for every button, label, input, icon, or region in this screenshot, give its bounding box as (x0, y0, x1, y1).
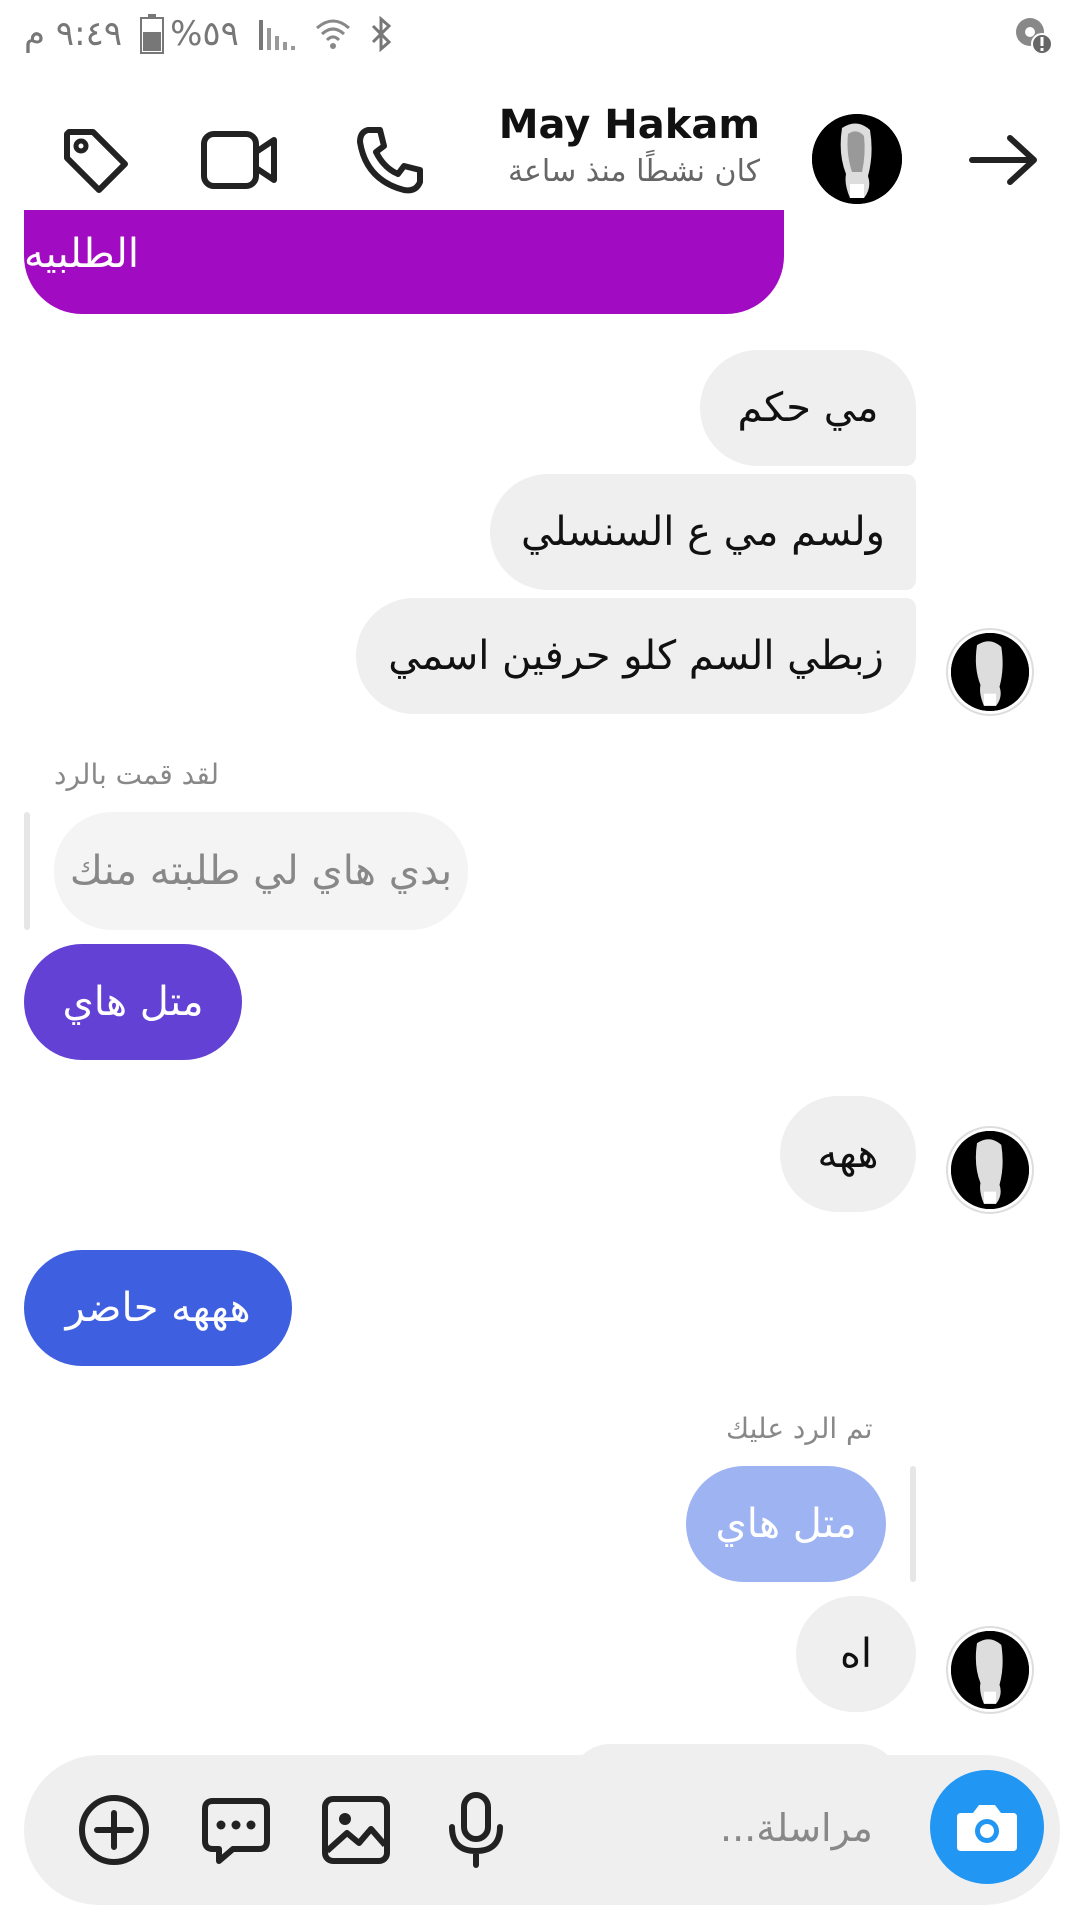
message-text: اه (839, 1631, 873, 1677)
bluetooth-icon (371, 16, 392, 52)
contact-avatar[interactable] (812, 114, 902, 204)
message-text: ولسم مي ع السنسلي (521, 509, 885, 555)
gallery-icon[interactable] (316, 1790, 396, 1870)
sender-avatar[interactable] (946, 1626, 1034, 1714)
message-text: ههه (817, 1131, 879, 1177)
message-bubble-incoming[interactable]: زبطي السم كلو حرفين اسمي (356, 598, 916, 714)
message-bubble-outgoing[interactable]: هههه حاضر (24, 1250, 292, 1366)
add-icon[interactable] (74, 1790, 154, 1870)
status-bar: ٩:٤٩ م %٥٩ (0, 0, 1080, 80)
message-bubble-incoming[interactable]: اه (796, 1596, 916, 1712)
back-arrow-icon[interactable] (964, 120, 1044, 200)
message-text: متل هاي (62, 979, 204, 1025)
status-left: ٩:٤٩ م %٥٩ (24, 14, 395, 54)
message-text: هههه حاضر (65, 1285, 251, 1331)
message-text: زبطي السم كلو حرفين اسمي (388, 633, 884, 679)
quoted-message[interactable]: متل هاي (686, 1466, 886, 1582)
replied-to-you-label: تم الرد عليك (726, 1412, 873, 1445)
alert-location-icon (1012, 14, 1056, 62)
battery-icon (140, 14, 165, 54)
quote-bar (910, 1466, 916, 1582)
sender-avatar[interactable] (946, 1126, 1034, 1214)
message-bubble-outgoing[interactable]: متل هاي (24, 944, 242, 1060)
avatar-image (951, 1631, 1029, 1709)
quoted-message[interactable]: بدي هاي لي طلبته منك (54, 812, 468, 930)
battery-percent: %٥٩ (170, 14, 239, 54)
status-time: ٩:٤٩ م (24, 14, 123, 54)
message-bubble-incoming[interactable]: مي حكم (700, 350, 916, 466)
camera-icon (957, 1805, 1017, 1851)
sticker-chat-icon[interactable] (196, 1790, 276, 1870)
message-bubble-outgoing[interactable]: الطلبيه (24, 210, 784, 314)
message-bubble-incoming[interactable]: ههه (780, 1096, 916, 1212)
quote-bar (24, 812, 30, 930)
message-text: مي حكم (737, 385, 879, 431)
camera-button[interactable] (930, 1770, 1044, 1884)
battery-group: %٥٩ (140, 14, 239, 54)
message-text: الطلبيه (24, 231, 139, 277)
avatar-image (812, 114, 902, 204)
message-text: متل هاي (715, 1501, 857, 1547)
avatar-image (951, 1131, 1029, 1209)
contact-name: May Hakam (498, 102, 760, 148)
microphone-icon[interactable] (436, 1790, 516, 1870)
message-input[interactable]: مراسلة... (720, 1806, 910, 1850)
message-text: بدي هاي لي طلبته منك (69, 848, 453, 894)
voice-call-icon[interactable] (350, 120, 430, 200)
sender-avatar[interactable] (946, 628, 1034, 716)
message-bubble-incoming[interactable]: ولسم مي ع السنسلي (490, 474, 916, 590)
title-block[interactable]: May Hakam كان نشطًا منذ ساعة (460, 102, 760, 189)
contact-status: كان نشطًا منذ ساعة (507, 154, 760, 189)
signal-icon (258, 20, 295, 50)
avatar-image (951, 633, 1029, 711)
tag-icon[interactable] (55, 120, 135, 200)
reply-label: لقد قمت بالرد (54, 758, 220, 791)
wifi-icon (315, 19, 350, 49)
video-call-icon[interactable] (200, 120, 280, 200)
